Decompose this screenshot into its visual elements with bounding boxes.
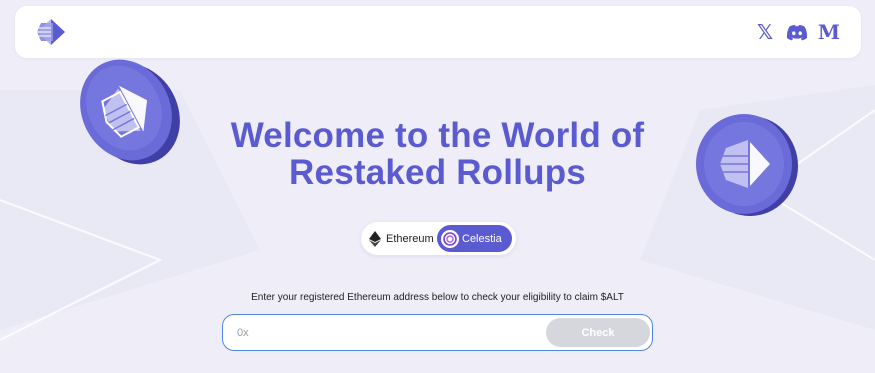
network-option-celestia[interactable]: Celestia (437, 225, 512, 252)
x-icon[interactable]: 𝕏 (754, 20, 776, 44)
check-button[interactable]: Check (546, 318, 650, 347)
ethereum-icon (369, 230, 381, 247)
medium-icon[interactable]: M (817, 20, 841, 44)
claim-instruction: Enter your registered Ethereum address b… (251, 292, 624, 303)
altlayer-coin-left-icon (80, 59, 180, 165)
top-navigation-bar: 𝕏 M (15, 6, 861, 58)
network-toggle: Ethereum Celestia (361, 222, 516, 255)
network-option-ethereum[interactable]: Ethereum (369, 225, 441, 252)
altlayer-coin-right-icon (696, 114, 798, 216)
network-option-label: Ethereum (386, 232, 434, 245)
celestia-icon (441, 229, 459, 248)
discord-icon[interactable] (785, 20, 809, 44)
hero-title: Welcome to the World of Restaked Rollups (230, 116, 645, 192)
altlayer-logo-icon[interactable] (37, 19, 65, 45)
network-option-label: Celestia (462, 232, 502, 245)
address-input[interactable] (235, 322, 539, 344)
address-form: Check (222, 314, 653, 351)
